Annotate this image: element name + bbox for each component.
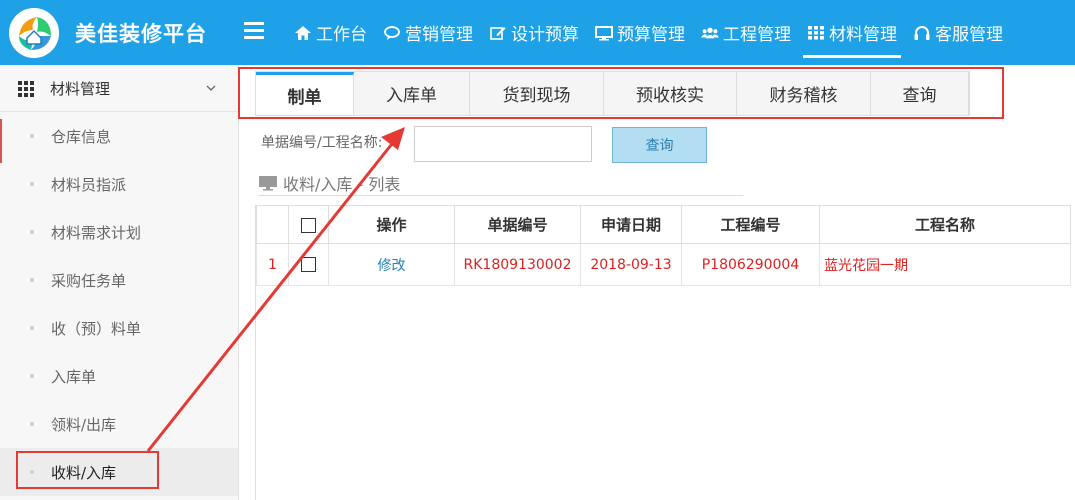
nav-item-label: 营销管理 <box>405 25 473 45</box>
nav-item-label: 设计预算 <box>511 25 579 45</box>
grid-icon <box>807 24 825 42</box>
nav-item-label: 工作台 <box>316 25 367 45</box>
sidebar-item-label: 采购任务单 <box>51 271 127 290</box>
table-header-project-no: 工程编号 <box>681 205 820 244</box>
home-icon <box>294 24 312 42</box>
section-title-text: 收料/入库 - 列表 <box>283 174 401 194</box>
table-header-doc-no: 单据编号 <box>454 205 581 244</box>
bullet-icon <box>30 134 34 138</box>
nav-item-engineering[interactable]: 工程管理 <box>693 0 799 65</box>
table-header-select <box>288 205 329 244</box>
search-label: 单据编号/工程名称: <box>261 135 383 151</box>
sidebar-item-label: 材料需求计划 <box>51 223 142 242</box>
bullet-icon <box>30 326 34 330</box>
grid-icon <box>18 81 36 97</box>
search-button[interactable]: 查询 <box>612 127 707 163</box>
app-title: 美佳装修平台 <box>75 22 207 46</box>
data-table-container: 操作 单据编号 申请日期 工程编号 工程名称 1 修改 RK1809130002… <box>255 205 1075 500</box>
nav-item-label: 客服管理 <box>935 25 1003 45</box>
bullet-icon <box>30 182 34 186</box>
sidebar-section-materials[interactable]: 材料管理 <box>0 65 238 112</box>
section-title: 收料/入库 - 列表 <box>258 170 743 196</box>
annotation-box-sidebar <box>16 451 159 489</box>
nav-item-customer-service[interactable]: 客服管理 <box>905 0 1011 65</box>
edit-icon <box>489 24 507 42</box>
headset-icon <box>913 24 931 42</box>
sidebar-item-label: 材料员指派 <box>51 175 127 194</box>
table-header-action: 操作 <box>328 205 455 244</box>
table-header-index <box>256 205 289 244</box>
menu-toggle-icon[interactable] <box>244 22 264 40</box>
table-header-row: 操作 单据编号 申请日期 工程编号 工程名称 <box>256 205 1071 244</box>
row-index: 1 <box>256 243 289 286</box>
app-logo[interactable] <box>9 8 59 58</box>
cell-project-no: P1806290004 <box>681 243 820 286</box>
sidebar-item-receipt-order[interactable]: 收（预）料单 <box>0 304 238 352</box>
search-input[interactable] <box>414 126 592 162</box>
row-select <box>288 243 329 286</box>
users-icon <box>701 24 719 42</box>
sidebar-item-label: 收（预）料单 <box>51 319 142 338</box>
chat-icon <box>383 24 401 42</box>
nav-item-marketing[interactable]: 营销管理 <box>375 0 481 65</box>
nav-item-budget[interactable]: 预算管理 <box>587 0 693 65</box>
annotation-box-tabs <box>238 67 1004 119</box>
sidebar-item-demand-plan[interactable]: 材料需求计划 <box>0 208 238 256</box>
sidebar: 材料管理 仓库信息 材料员指派 材料需求计划 采购任务单 收（预）料单 入库单 … <box>0 65 239 500</box>
nav-item-label: 材料管理 <box>829 25 897 45</box>
bullet-icon <box>30 422 34 426</box>
cell-date: 2018-09-13 <box>580 243 682 286</box>
sidebar-item-label: 领料/出库 <box>51 415 117 434</box>
cell-doc-no: RK1809130002 <box>454 243 581 286</box>
chevron-down-icon <box>206 85 216 91</box>
sidebar-item-label: 入库单 <box>51 367 97 386</box>
nav-item-materials[interactable]: 材料管理 <box>799 0 905 65</box>
monitor-icon <box>595 24 613 42</box>
sidebar-item-issue-out[interactable]: 领料/出库 <box>0 400 238 448</box>
bullet-icon <box>30 374 34 378</box>
edit-link[interactable]: 修改 <box>328 243 455 286</box>
top-bar: 美佳装修平台 工作台 营销管理 设计预算 预算管理 工程管理 材料管理 客服管理 <box>0 0 1075 65</box>
sidebar-item-purchase-task[interactable]: 采购任务单 <box>0 256 238 304</box>
top-nav: 工作台 营销管理 设计预算 预算管理 工程管理 材料管理 客服管理 <box>286 0 1011 65</box>
sidebar-header-label: 材料管理 <box>50 79 111 98</box>
row-checkbox[interactable] <box>301 257 316 272</box>
nav-item-label: 预算管理 <box>617 25 685 45</box>
nav-item-label: 工程管理 <box>723 25 791 45</box>
table-row: 1 修改 RK1809130002 2018-09-13 P1806290004… <box>256 243 1071 286</box>
bullet-icon <box>30 230 34 234</box>
table-header-date: 申请日期 <box>580 205 682 244</box>
table-header-project-name: 工程名称 <box>819 205 1071 244</box>
nav-item-workbench[interactable]: 工作台 <box>286 0 375 65</box>
data-table: 操作 单据编号 申请日期 工程编号 工程名称 1 修改 RK1809130002… <box>256 205 1071 286</box>
nav-item-design-budget[interactable]: 设计预算 <box>481 0 587 65</box>
sidebar-item-warehouse-in[interactable]: 入库单 <box>0 352 238 400</box>
cell-project-name: 蓝光花园一期 <box>819 243 1071 286</box>
sidebar-item-material-assign[interactable]: 材料员指派 <box>0 160 238 208</box>
monitor-icon <box>259 175 277 190</box>
bullet-icon <box>30 278 34 282</box>
sidebar-item-warehouse-info[interactable]: 仓库信息 <box>0 112 238 160</box>
select-all-checkbox[interactable] <box>301 217 316 233</box>
sidebar-item-label: 仓库信息 <box>51 127 112 146</box>
sidebar-list: 仓库信息 材料员指派 材料需求计划 采购任务单 收（预）料单 入库单 领料/出库… <box>0 112 238 496</box>
